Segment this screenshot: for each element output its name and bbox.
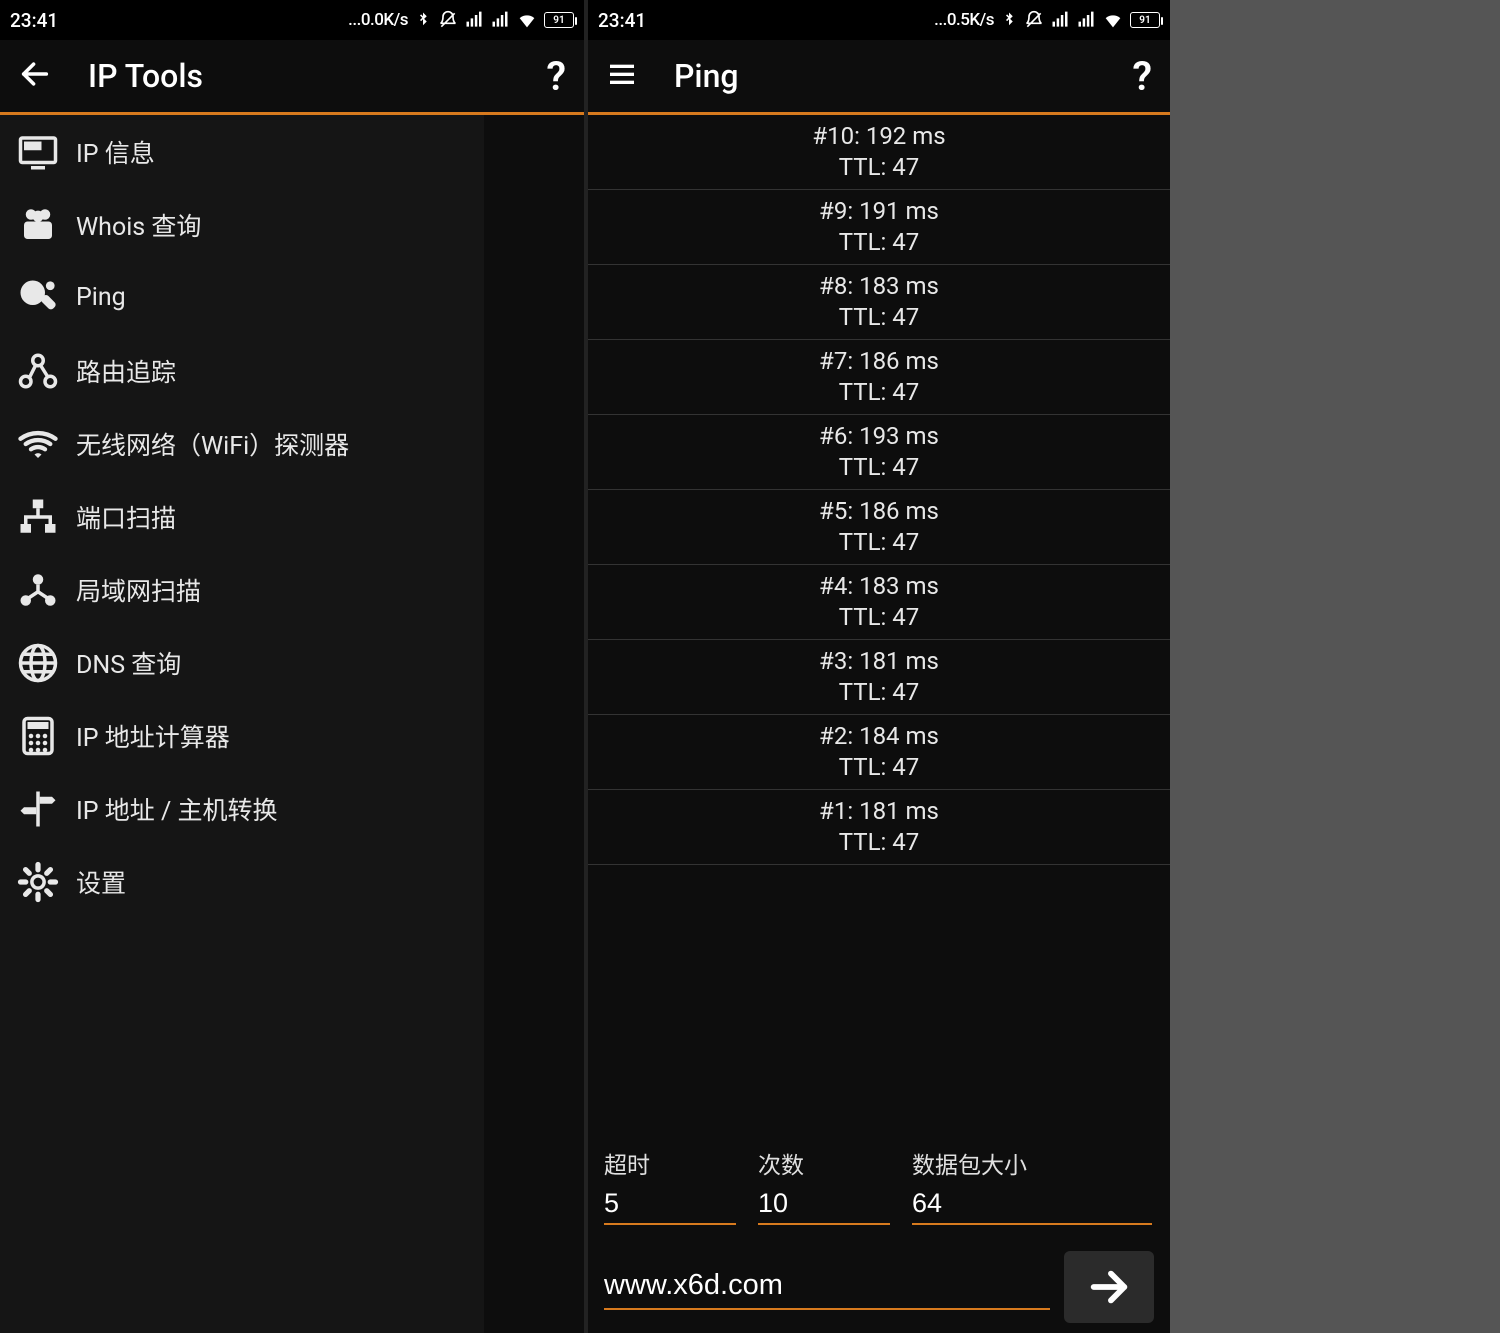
- drawer-item-label: 端口扫描: [76, 499, 176, 535]
- ping-result-row: #2: 184 msTTL: 47: [588, 715, 1170, 790]
- ping-controls: 超时 次数 数据包大小: [588, 1134, 1170, 1333]
- battery-indicator: 91: [544, 12, 574, 28]
- packet-size-label: 数据包大小: [912, 1146, 1152, 1180]
- wifi-status-icon: [516, 9, 538, 31]
- people-icon: [16, 203, 60, 247]
- app-title: IP Tools: [88, 57, 510, 95]
- ping-line-1: #2: 184 ms: [819, 721, 939, 752]
- app-bar: Ping ?: [588, 40, 1170, 112]
- ping-line-2: TTL: 47: [839, 152, 920, 183]
- net-speed: 0.5K/s: [947, 10, 994, 30]
- net-speed: 0.0K/s: [361, 10, 408, 30]
- ping-result-row: #8: 183 msTTL: 47: [588, 265, 1170, 340]
- wifi-status-icon: [1102, 9, 1124, 31]
- signal-icon: [1076, 10, 1096, 30]
- timeout-input[interactable]: [604, 1186, 736, 1225]
- clock: 23:41: [598, 9, 646, 32]
- status-bar: 23:41 ...0.5K/s 91: [588, 0, 1170, 40]
- drawer-item-label: 无线网络（WiFi）探测器: [76, 426, 349, 462]
- packet-size-input[interactable]: [912, 1186, 1152, 1225]
- ping-line-2: TTL: 47: [839, 602, 920, 633]
- ping-line-2: TTL: 47: [839, 527, 920, 558]
- help-button[interactable]: ?: [1132, 53, 1152, 100]
- ping-line-2: TTL: 47: [839, 452, 920, 483]
- drawer-item-label: 路由追踪: [76, 353, 176, 389]
- ping-line-1: #7: 186 ms: [819, 346, 939, 377]
- drawer-item-label: 设置: [76, 864, 126, 900]
- lan-icon: [16, 568, 60, 612]
- wifi-icon: [16, 422, 60, 466]
- ping-line-2: TTL: 47: [839, 677, 920, 708]
- gear-icon: [16, 860, 60, 904]
- pingpong-icon: [16, 276, 60, 320]
- clock: 23:41: [10, 9, 58, 32]
- ping-line-1: #3: 181 ms: [819, 646, 939, 677]
- ping-line-1: #1: 181 ms: [819, 796, 939, 827]
- ping-line-1: #5: 186 ms: [819, 496, 939, 527]
- drawer-item-label: IP 信息: [76, 134, 155, 170]
- ping-line-2: TTL: 47: [839, 302, 920, 333]
- ping-line-2: TTL: 47: [839, 752, 920, 783]
- signal-icon: [490, 10, 510, 30]
- drawer-item-label: IP 地址 / 主机转换: [76, 791, 278, 827]
- drawer-item-label: Whois 查询: [76, 207, 201, 243]
- ping-result-row: #3: 181 msTTL: 47: [588, 640, 1170, 715]
- back-button[interactable]: [18, 57, 52, 95]
- monitor-icon: [16, 130, 60, 174]
- ping-result-row: #5: 186 msTTL: 47: [588, 490, 1170, 565]
- drawer-item-label: 局域网扫描: [76, 572, 201, 608]
- timeout-label: 超时: [604, 1146, 736, 1180]
- ping-result-row: #4: 183 msTTL: 47: [588, 565, 1170, 640]
- ping-result-row: #6: 193 msTTL: 47: [588, 415, 1170, 490]
- app-bar: IP Tools ?: [0, 40, 584, 112]
- ping-results-list[interactable]: #10: 192 msTTL: 47#9: 191 msTTL: 47#8: 1…: [588, 115, 1170, 1134]
- signal-hd-icon: [1050, 10, 1070, 30]
- status-bar: 23:41 ...0.0K/s 91: [0, 0, 584, 40]
- mute-icon: [1024, 10, 1044, 30]
- help-button[interactable]: ?: [546, 53, 566, 100]
- network-icon: [16, 495, 60, 539]
- ping-line-1: #10: 192 ms: [812, 121, 945, 152]
- bluetooth-icon: [1000, 11, 1018, 29]
- ping-line-1: #6: 193 ms: [819, 421, 939, 452]
- calculator-icon: [16, 714, 60, 758]
- ping-line-1: #8: 183 ms: [819, 271, 939, 302]
- arrow-right-icon: [1086, 1264, 1132, 1310]
- drawer-item-label: DNS 查询: [76, 645, 181, 681]
- route-icon: [16, 349, 60, 393]
- ping-result-row: #10: 192 msTTL: 47: [588, 115, 1170, 190]
- host-input[interactable]: [604, 1265, 1050, 1310]
- signal-hd-icon: [464, 10, 484, 30]
- count-input[interactable]: [758, 1186, 890, 1225]
- drawer-item-label: Ping: [76, 283, 126, 312]
- ping-result-row: #1: 181 msTTL: 47: [588, 790, 1170, 865]
- ping-line-2: TTL: 47: [839, 227, 920, 258]
- battery-indicator: 91: [1130, 12, 1160, 28]
- bluetooth-icon: [414, 11, 432, 29]
- ping-line-2: TTL: 47: [839, 377, 920, 408]
- mute-icon: [438, 10, 458, 30]
- ping-line-1: #9: 191 ms: [819, 196, 939, 227]
- start-ping-button[interactable]: [1064, 1251, 1154, 1323]
- drawer-item-label: IP 地址计算器: [76, 718, 230, 754]
- globe-icon: [16, 641, 60, 685]
- ping-result-row: #9: 191 msTTL: 47: [588, 190, 1170, 265]
- ping-result-row: #7: 186 msTTL: 47: [588, 340, 1170, 415]
- count-label: 次数: [758, 1146, 890, 1180]
- ping-line-1: #4: 183 ms: [819, 571, 939, 602]
- signpost-icon: [16, 787, 60, 831]
- ping-line-2: TTL: 47: [839, 827, 920, 858]
- screen-title: Ping: [674, 57, 1096, 95]
- menu-button[interactable]: [606, 58, 638, 94]
